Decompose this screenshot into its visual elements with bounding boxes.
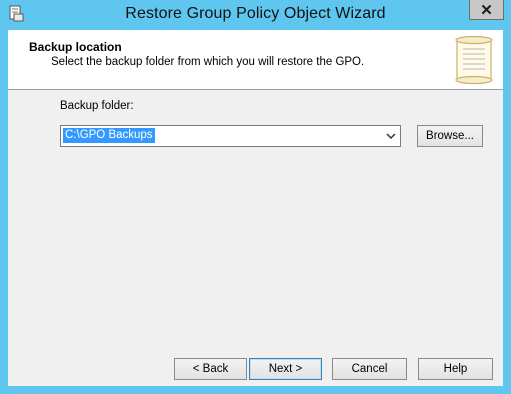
backup-folder-combobox[interactable]: C:\GPO Backups	[60, 125, 401, 147]
close-icon: ✕	[480, 2, 493, 19]
window-title: Restore Group Policy Object Wizard	[125, 5, 386, 22]
cancel-button[interactable]: Cancel	[332, 358, 407, 380]
page-subtitle: Select the backup folder from which you …	[51, 56, 365, 68]
next-button[interactable]: Next >	[249, 358, 322, 380]
wizard-window: Restore Group Policy Object Wizard ✕ Bac…	[0, 0, 511, 394]
scroll-icon	[455, 35, 493, 85]
chevron-down-icon[interactable]	[386, 132, 396, 140]
help-button[interactable]: Help	[418, 358, 493, 380]
title-bar[interactable]: Restore Group Policy Object Wizard ✕	[0, 0, 511, 29]
wizard-client-area: Backup location Select the backup folder…	[8, 30, 503, 386]
wizard-header: Backup location Select the backup folder…	[8, 30, 503, 90]
close-button[interactable]: ✕	[469, 0, 504, 20]
backup-folder-value[interactable]: C:\GPO Backups	[63, 128, 155, 143]
backup-folder-label: Backup folder:	[60, 100, 134, 112]
browse-button[interactable]: Browse...	[417, 125, 483, 147]
page-title: Backup location	[29, 40, 122, 54]
back-button[interactable]: < Back	[174, 358, 247, 380]
